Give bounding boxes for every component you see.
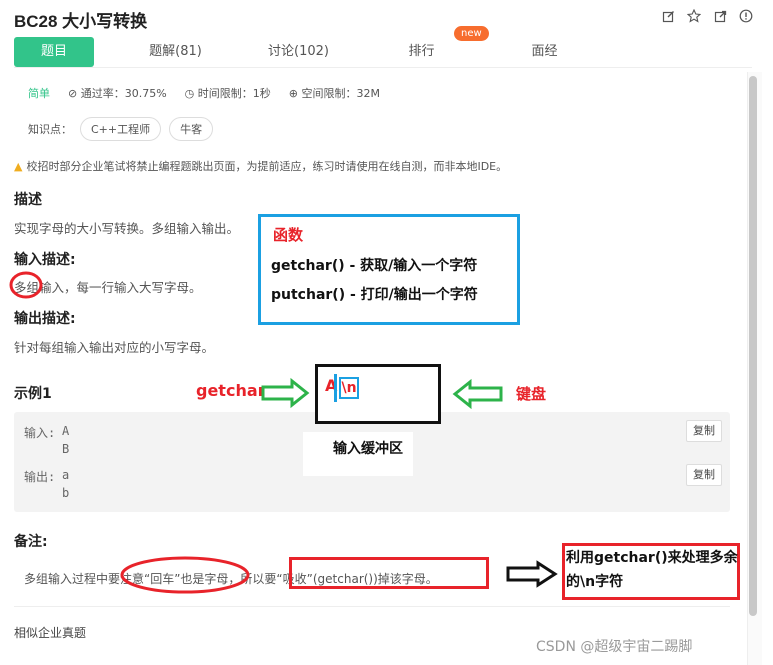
page-title: BC28 大小写转换 [14,11,148,31]
output-desc-text: 针对每组输入输出对应的小写字母。 [14,340,215,355]
green-arrow-right [261,377,310,409]
output-desc-title: 输出描述: [14,311,76,327]
tag-nowcoder[interactable]: 牛客 [169,117,214,141]
example-input-line-1: A [62,424,70,438]
function-annotation-putchar: putchar() - 打印/输出一个字符 [271,287,478,303]
example-output-label: 输出: [24,470,56,484]
scrollbar-thumb[interactable] [749,76,757,616]
black-arrow-right [506,560,558,588]
edit-icon[interactable] [661,9,675,23]
star-icon[interactable] [687,9,701,23]
pass-rate-text: 通过率：30.75% [80,87,167,100]
problem-meta: 简单 ⊘ 通过率：30.75% ◷ 时间限制：1秒 ⊕ 空间限制：32M [28,85,380,101]
time-limit: ◷ 时间限制：1秒 [185,85,271,101]
keyboard-annotation: 键盘 [516,385,547,403]
title-actions [661,9,753,23]
clock-icon: ◷ [184,87,198,100]
exam-warning: ▲ 校招时部分企业笔试将禁止编程题跳出页面，为提前适应，练习时请使用在线自测，而… [14,158,507,174]
problem-tabs: 题目 题解(81) 讨论(102) 排行 面经 [14,37,752,68]
buffer-char-newline: \n [339,377,359,399]
input-desc-title: 输入描述: [14,252,76,268]
similar-problems-link[interactable]: 相似企业真题 [14,624,86,641]
tab-interview[interactable]: 面经 [483,37,606,67]
warning-text: 校招时部分企业笔试将禁止编程题跳出页面，为提前适应，练习时请使用在线自测，而非本… [26,160,508,173]
tab-solutions[interactable]: 题解(81) [114,37,237,67]
function-annotation-title: 函数 [273,226,304,244]
newline-note-text: 利用getchar()来处理多余的\n字符 [566,550,738,590]
tab-discussion[interactable]: 讨论(102) [237,37,360,67]
copy-output-button[interactable]: 复制 [686,464,722,486]
space-limit-text: 空间限制：32M [301,87,381,100]
csdn-watermark: CSDN @超级宇宙二踢脚 [536,639,693,655]
new-badge: new [454,26,489,41]
share-icon[interactable] [713,9,727,23]
getchar-annotation: getchar [196,381,266,400]
example-input-line-2: B [62,442,70,456]
note-title: 备注: [14,534,48,550]
example-output-line-1: a [62,468,70,482]
check-circle-icon: ⊘ [68,87,81,100]
example-output-line-2: b [62,486,70,500]
absorb-highlight-box [289,557,489,589]
example-title: 示例1 [14,386,52,402]
example-input-label: 输入: [24,426,56,440]
time-limit-text: 时间限制：1秒 [197,87,271,100]
knowledge-label: 知识点： [28,123,72,136]
copy-input-button[interactable]: 复制 [686,420,722,442]
memory-icon: ⊕ [288,87,302,100]
warning-icon: ▲ [14,159,23,173]
green-arrow-left [452,378,503,410]
knowledge-points: 知识点： C++工程师 牛客 [28,117,214,141]
difficulty-label: 简单 [28,87,50,100]
buffer-cursor [334,374,337,402]
alert-icon[interactable] [739,9,753,23]
tag-cpp-engineer[interactable]: C++工程师 [80,117,162,141]
desc-text: 实现字母的大小写转换。多组输入输出。 [14,221,240,236]
page-title-bar: BC28 大小写转换 [14,6,147,32]
desc-title: 描述 [14,192,42,208]
input-buffer-label: 输入缓冲区 [333,441,403,457]
function-annotation-getchar: getchar() - 获取/输入一个字符 [271,258,478,274]
pass-rate: ⊘ 通过率：30.75% [68,85,167,101]
divider [14,606,730,607]
tab-ranking[interactable]: 排行 [360,37,483,67]
space-limit: ⊕ 空间限制：32M [289,85,380,101]
input-desc-text: 多组输入，每一行输入大写字母。 [14,280,202,295]
tab-problem[interactable]: 题目 [14,37,94,67]
